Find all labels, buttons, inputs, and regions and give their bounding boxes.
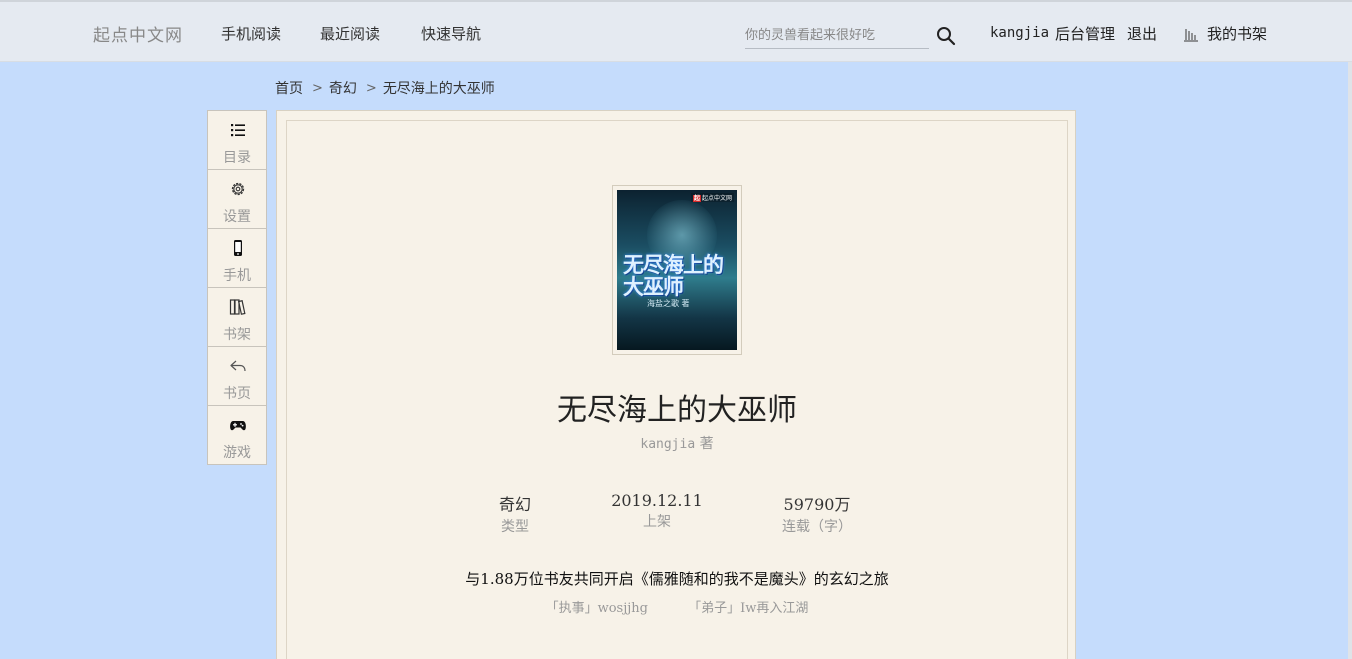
breadcrumb-home[interactable]: 首页 [275,78,303,98]
book-author-line: kangjia 著 [287,433,1067,453]
toolbar-settings[interactable]: 设置 [208,170,266,229]
fan-roles: 「执事」wosjjhg 「弟子」Iw再入江湖 [287,597,1067,616]
logout-link[interactable]: 退出 [1127,23,1157,44]
search-icon[interactable] [936,26,956,46]
books-icon [229,299,246,315]
page-scrollbar[interactable] [1348,62,1352,659]
reply-arrow-icon [230,360,246,372]
user-name[interactable]: kangjia [990,25,1049,41]
list-icon [231,124,245,137]
book-info-panel: 起起点中文网 无尽海上的大巫师 海盐之歌 著 无尽海上的大巫师 kangjia … [276,110,1076,659]
toolbar-mobile-label: 手机 [223,268,251,284]
top-header: 起点中文网 手机阅读 最近阅读 快速导航 kangjia 后台管理 退出 我的书… [0,0,1352,62]
nav-mobile-reading[interactable]: 手机阅读 [221,23,281,44]
cover-brand-mark: 起 [692,195,701,202]
search-box [745,22,929,49]
toolbar-catalog[interactable]: 目录 [208,111,266,170]
toolbar-bookshelf[interactable]: 书架 [208,288,266,347]
book-author[interactable]: kangjia [640,437,695,452]
stat-word-count-label: 连载（字） [782,519,852,535]
toolbar-catalog-label: 目录 [223,150,251,166]
nav-quick-navigation[interactable]: 快速导航 [421,23,481,44]
stat-category: 奇幻 类型 [445,491,585,536]
cover-title: 无尽海上的大巫师 [623,253,724,299]
book-title: 无尽海上的大巫师 [557,393,797,428]
chevron-right-icon: > [365,80,377,96]
cover-brand-text: 起点中文网 [701,195,732,202]
author-suffix: 著 [699,436,714,452]
toolbar-bookshelf-label: 书架 [223,327,251,343]
phone-icon [234,240,242,256]
stat-publish-date-label: 上架 [643,514,671,530]
gamepad-icon [230,421,246,431]
stat-category-label: 类型 [501,519,529,535]
cover-brand: 起起点中文网 [690,193,734,202]
book-cover-frame: 起起点中文网 无尽海上的大巫师 海盐之歌 著 [612,185,742,355]
my-bookshelf-link[interactable]: 我的书架 [1207,23,1267,44]
admin-link[interactable]: 后台管理 [1055,23,1115,44]
chevron-right-icon: > [312,80,323,96]
toolbar-book-page-label: 书页 [223,386,251,402]
stat-word-count: 59790万 连载（字） [747,491,887,536]
book-description: 与1.88万位书友共同开启《儒雅随和的我不是魔头》的玄幻之旅 [465,570,889,588]
toolbar-game-label: 游戏 [223,445,251,461]
toolbar-settings-label: 设置 [223,209,251,225]
gear-icon [231,182,245,196]
book-cover[interactable]: 起起点中文网 无尽海上的大巫师 海盐之歌 著 [617,190,737,350]
role-steward[interactable]: 「执事」wosjjhg [546,601,648,616]
nav-recent-reading[interactable]: 最近阅读 [320,23,380,44]
stat-publish-date: 2019.12.11 上架 [587,491,727,531]
search-input[interactable] [745,22,929,48]
stat-word-count-value: 59790万 [783,495,851,514]
book-info-inner: 起起点中文网 无尽海上的大巫师 海盐之歌 著 无尽海上的大巫师 kangjia … [286,120,1068,659]
toolbar-game[interactable]: 游戏 [208,406,266,464]
breadcrumb-category[interactable]: 奇幻 [329,78,357,98]
reader-toolbar: 目录 设置 手机 书架 书页 游戏 [207,110,267,465]
stat-category-value[interactable]: 奇幻 [445,491,585,515]
toolbar-book-page[interactable]: 书页 [208,347,266,406]
breadcrumb-current[interactable]: 无尽海上的大巫师 [383,78,495,98]
site-logo[interactable]: 起点中文网 [93,21,183,46]
cover-author: 海盐之歌 著 [647,299,690,308]
role-disciple[interactable]: 「弟子」Iw再入江湖 [688,601,808,616]
bookshelf-icon[interactable] [1183,26,1199,42]
breadcrumb: 首页 > 奇幻 > 无尽海上的大巫师 [275,78,495,98]
stat-publish-date-value: 2019.12.11 [611,491,703,510]
toolbar-mobile[interactable]: 手机 [208,229,266,288]
